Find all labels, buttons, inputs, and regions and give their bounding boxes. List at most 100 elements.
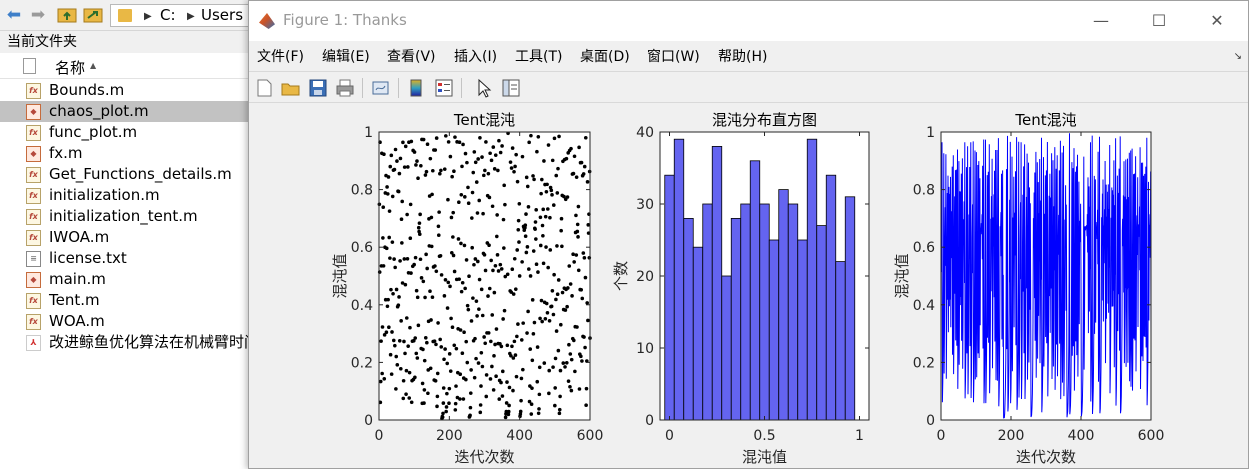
scatter-point (470, 245, 474, 250)
scatter-point (564, 156, 569, 161)
scatter-point (492, 290, 497, 295)
legend-icon[interactable] (433, 77, 455, 99)
file-list-item[interactable]: fx Get_Functions_details.m (0, 164, 250, 185)
scatter-point (415, 159, 419, 163)
new-figure-icon[interactable] (253, 77, 275, 99)
scatter-point (550, 193, 554, 197)
scatter-point (543, 214, 548, 219)
scatter-point (525, 245, 530, 249)
m-function-icon: fx (26, 125, 41, 141)
file-list-item[interactable]: fx IWOA.m (0, 227, 250, 248)
breadcrumb-arrow-icon[interactable]: ▶ (187, 6, 195, 27)
menu-item[interactable]: 工具(T) (515, 46, 562, 66)
forward-arrow-icon[interactable]: ➡ (27, 5, 49, 25)
menu-item[interactable]: 窗口(W) (647, 46, 700, 66)
menu-item[interactable]: 文件(F) (257, 46, 304, 66)
scatter-point (465, 303, 470, 308)
breadcrumb-drive[interactable]: C: (160, 5, 176, 26)
scatter-point (404, 392, 408, 396)
scatter-point (413, 375, 417, 380)
scatter-point (425, 340, 429, 345)
m-function-icon: fx (26, 230, 41, 246)
browse-folder-icon[interactable] (82, 5, 104, 25)
scatter-point (554, 297, 558, 302)
scatter-point (399, 217, 404, 222)
menu-item[interactable]: 桌面(D) (580, 46, 630, 66)
toolbar-separator (461, 78, 462, 98)
name-column-header[interactable]: 名称 (55, 57, 85, 78)
file-list-item[interactable]: fx WOA.m (0, 311, 250, 332)
scatter-point (569, 357, 574, 362)
scatter-point (494, 374, 498, 378)
minimize-button[interactable]: — (1078, 7, 1124, 35)
property-editor-icon[interactable] (500, 77, 522, 99)
scatter-point (399, 319, 403, 323)
histogram-bar (692, 246, 704, 421)
menu-item[interactable]: 帮助(H) (718, 46, 767, 66)
file-list-item[interactable]: fx Tent.m (0, 290, 250, 311)
scatter-point (421, 279, 426, 284)
file-list-item[interactable]: fx Bounds.m (0, 80, 250, 101)
file-list-item[interactable]: ◆ main.m (0, 269, 250, 290)
scatter-point (449, 215, 454, 220)
file-list-item[interactable]: ⅄ 改进鲸鱼优化算法在机械臂时间 (0, 332, 250, 353)
scatter-point (463, 195, 467, 199)
scatter-point (425, 266, 429, 271)
scatter-point (480, 155, 484, 159)
scatter-point (544, 301, 549, 306)
scatter-point (421, 137, 426, 142)
save-icon[interactable] (307, 77, 329, 99)
scatter-point (579, 287, 584, 292)
scatter-point (480, 364, 485, 369)
menu-item[interactable]: 编辑(E) (322, 46, 370, 66)
colorbar-icon[interactable] (406, 77, 428, 99)
file-list-item[interactable]: fx initialization_tent.m (0, 206, 250, 227)
dock-arrow-icon[interactable]: ↘ (1234, 51, 1242, 62)
file-list-item[interactable]: ≡ license.txt (0, 248, 250, 269)
scatter-point (579, 160, 584, 165)
scatter-point (416, 225, 421, 230)
scatter-point (403, 351, 407, 356)
open-file-icon[interactable] (280, 77, 302, 99)
scatter-point (499, 380, 503, 385)
back-arrow-icon[interactable]: ⬅ (3, 5, 25, 25)
scatter-point (515, 334, 519, 339)
file-list-item[interactable]: ◆ chaos_plot.m (0, 101, 250, 122)
up-folder-icon[interactable] (56, 5, 78, 25)
scatter-point (505, 380, 509, 384)
sort-ascending-icon: ▲ (90, 61, 97, 70)
histogram-bar (749, 160, 761, 421)
file-list-item[interactable]: fx initialization.m (0, 185, 250, 206)
histogram-bar (768, 239, 780, 421)
menu-item[interactable]: 查看(V) (387, 46, 436, 66)
file-list-item[interactable]: ◆ fx.m (0, 143, 250, 164)
scatter-point (470, 190, 475, 195)
address-bar[interactable]: ▶ C: ▶ Users (110, 4, 270, 27)
file-name: 改进鲸鱼优化算法在机械臂时间 (49, 333, 250, 351)
print-icon[interactable] (334, 77, 356, 99)
scatter-point (544, 190, 549, 194)
edit-plot-arrow-icon[interactable] (473, 77, 495, 99)
scatter-point (425, 142, 430, 147)
scatter-point (524, 212, 528, 216)
link-plot-icon[interactable] (370, 77, 392, 99)
breadcrumb-folder[interactable]: Users (201, 5, 243, 26)
menu-item[interactable]: 插入(I) (454, 46, 497, 66)
scatter-point (498, 262, 503, 267)
file-list-item[interactable]: fx func_plot.m (0, 122, 250, 143)
close-button[interactable]: ✕ (1194, 7, 1240, 35)
scatter-point (428, 289, 432, 294)
scatter-point (486, 331, 491, 335)
scatter-point (537, 365, 542, 370)
scatter-point (473, 160, 478, 165)
breadcrumb-arrow-icon[interactable]: ▶ (144, 6, 152, 27)
scatter-point (429, 244, 434, 249)
scatter-point (394, 354, 399, 359)
scatter-point (587, 255, 592, 260)
scatter-point (468, 391, 473, 395)
maximize-button[interactable]: ☐ (1136, 7, 1182, 35)
scatter-point (475, 211, 480, 215)
pdf-file-icon: ⅄ (26, 335, 41, 351)
scatter-point (424, 252, 428, 257)
y-tick-label: 0 (364, 413, 373, 429)
